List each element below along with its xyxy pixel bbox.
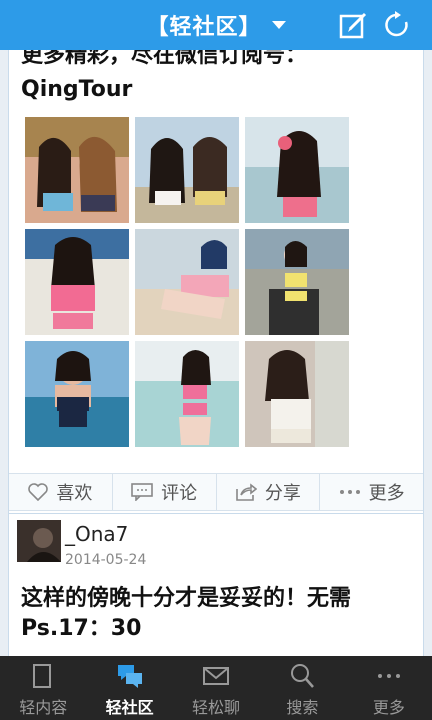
document-icon	[33, 664, 52, 688]
photo-thumbnail[interactable]	[245, 117, 349, 223]
post-date: 2014-05-24	[65, 552, 147, 568]
mail-icon	[203, 667, 230, 685]
heart-icon	[28, 483, 49, 501]
photo-thumbnail[interactable]	[135, 117, 239, 223]
nav-item-community[interactable]: 轻社区	[86, 656, 172, 720]
nav-label: 轻内容	[19, 698, 68, 717]
nav-item-more[interactable]: 更多	[346, 656, 432, 720]
nav-label: 轻松聊	[192, 698, 241, 717]
photo-thumbnail[interactable]	[135, 229, 239, 335]
comment-button[interactable]: 评论	[113, 474, 217, 510]
username[interactable]: _Ona7	[65, 522, 128, 546]
page-title: 【轻社区】	[146, 15, 262, 40]
photo-thumbnail[interactable]	[135, 341, 239, 447]
comment-icon	[131, 483, 153, 501]
more-dots-icon	[339, 490, 360, 494]
share-icon	[236, 483, 257, 501]
share-label: 分享	[264, 483, 301, 504]
avatar[interactable]	[17, 520, 61, 562]
comment-label: 评论	[161, 483, 198, 504]
app-header: 【轻社区】	[0, 0, 432, 50]
more-dots-icon	[377, 674, 400, 678]
post-card: _Ona7 2014-05-24 这样的傍晚十分才是妥妥的！无需 Ps.17：3…	[8, 513, 424, 656]
post-text-line: 这样的傍晚十分才是妥妥的！无需	[21, 586, 352, 611]
dropdown-caret-icon	[271, 21, 286, 29]
like-label: 喜欢	[56, 483, 93, 504]
photo-thumbnail[interactable]	[25, 341, 129, 447]
post-card: 更多精彩，尽在微信订阅号： QingTour 喜欢 评论 分享 更多	[8, 50, 424, 547]
post-text-line: 更多精彩，尽在微信订阅号：	[21, 50, 308, 68]
search-icon	[291, 664, 315, 688]
community-feed[interactable]: 更多精彩，尽在微信订阅号： QingTour 喜欢 评论 分享 更多 _Ona7…	[0, 50, 432, 656]
post-text-line: Ps.17：30	[21, 616, 142, 641]
nav-label: 更多	[372, 698, 405, 717]
chat-bubbles-icon	[117, 665, 142, 688]
photo-thumbnail[interactable]	[25, 117, 129, 223]
nav-item-content[interactable]: 轻内容	[0, 656, 86, 720]
like-button[interactable]: 喜欢	[9, 474, 113, 510]
more-button[interactable]: 更多	[320, 474, 423, 510]
photo-thumbnail[interactable]	[25, 229, 129, 335]
share-button[interactable]: 分享	[217, 474, 321, 510]
photo-thumbnail[interactable]	[245, 341, 349, 447]
photo-grid	[25, 117, 349, 447]
post-text-line: QingTour	[21, 77, 133, 102]
nav-label: 搜索	[286, 698, 319, 717]
bottom-navigation: 轻内容 轻社区 轻松聊 搜索 更多	[0, 656, 432, 720]
photo-thumbnail[interactable]	[245, 229, 349, 335]
more-label: 更多	[368, 483, 405, 504]
nav-label: 轻社区	[105, 698, 154, 717]
compose-icon[interactable]	[338, 10, 368, 40]
post-text: 更多精彩，尽在微信订阅号： QingTour	[21, 50, 411, 107]
post-action-bar: 喜欢 评论 分享 更多	[9, 473, 423, 511]
nav-item-search[interactable]: 搜索	[259, 656, 345, 720]
refresh-icon[interactable]	[382, 10, 412, 40]
nav-item-chat[interactable]: 轻松聊	[173, 656, 259, 720]
post-text: 这样的傍晚十分才是妥妥的！无需 Ps.17：30	[21, 584, 417, 644]
